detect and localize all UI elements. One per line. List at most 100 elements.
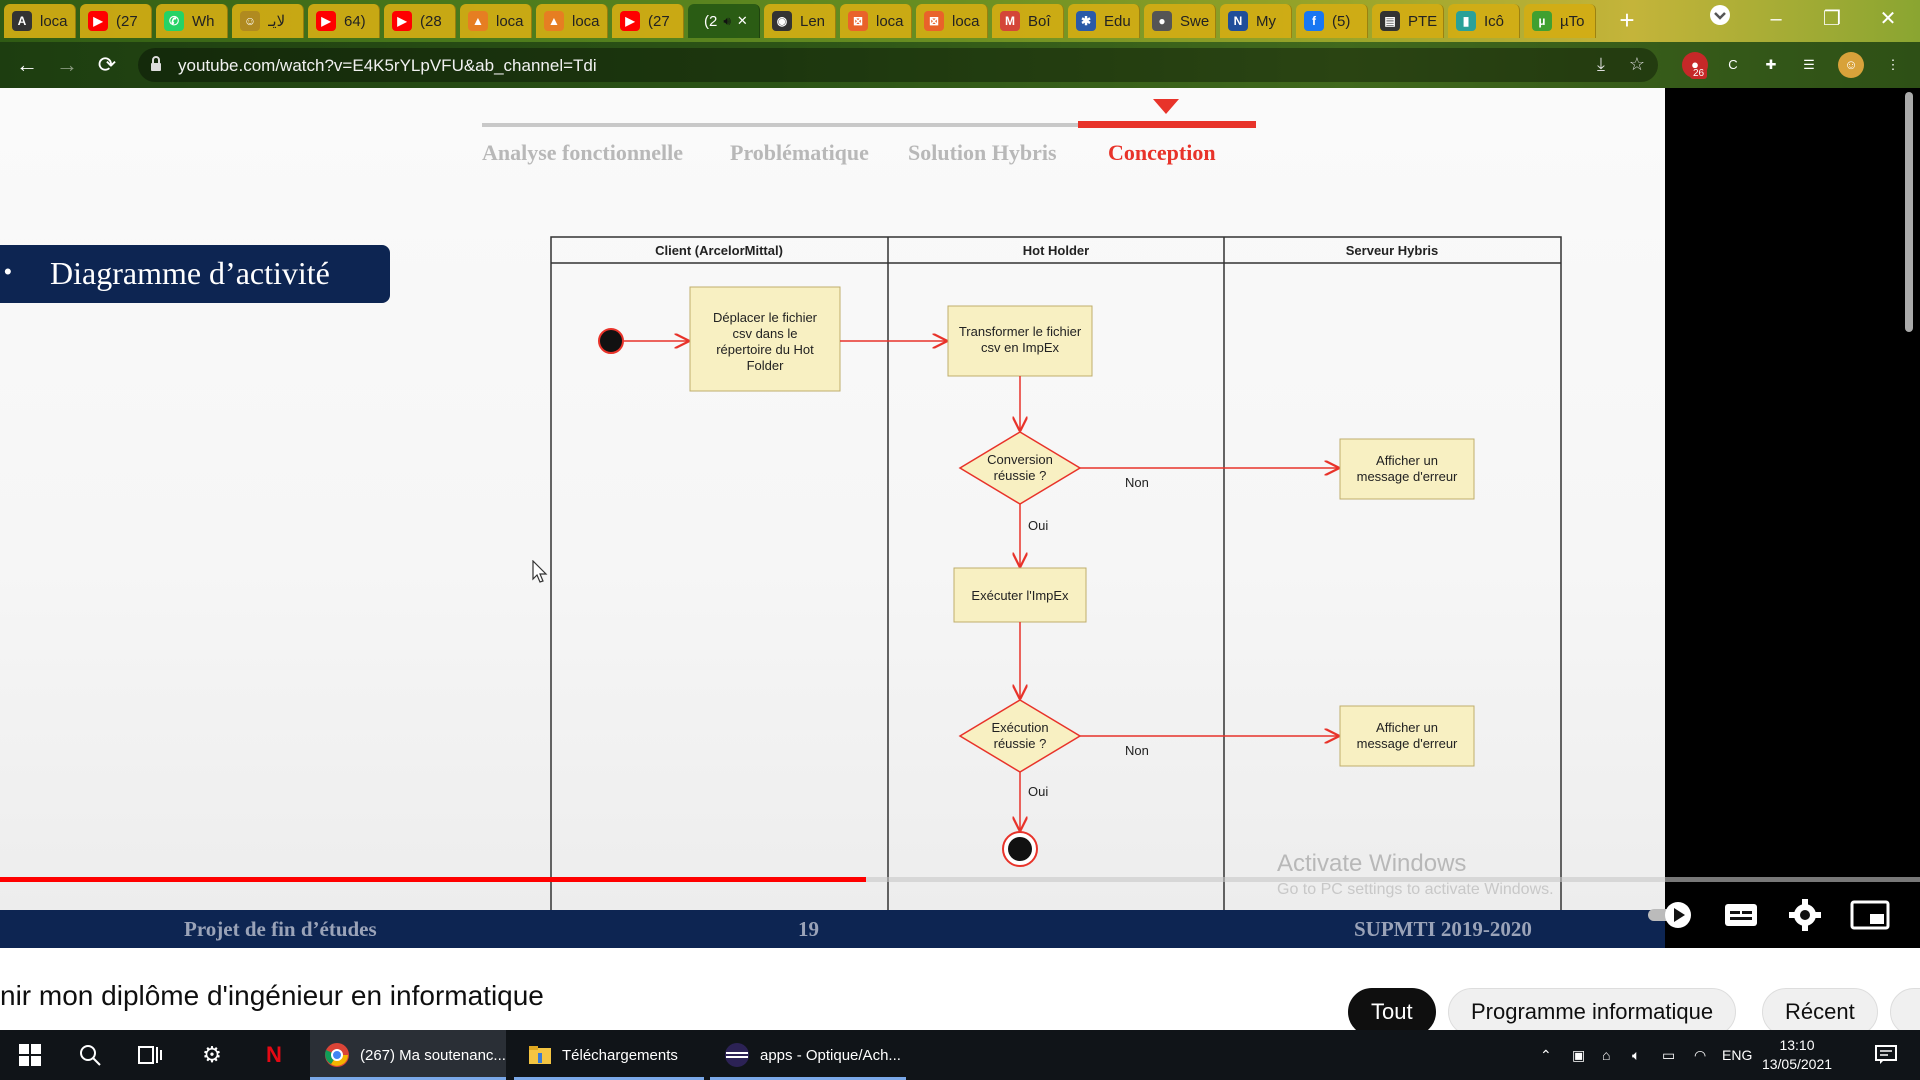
browser-tab[interactable]: ▶ 64) [308,4,380,38]
decision2-line-1: Exécution [991,720,1048,735]
new-tab-button[interactable]: + [1612,6,1642,36]
browser-tab[interactable]: ▮ Icô [1448,4,1520,38]
site-icon: N [1228,11,1248,31]
subtitles-icon[interactable] [1722,896,1764,934]
notifications-icon[interactable] [1856,1030,1916,1080]
eclipse-icon [725,1043,749,1067]
extension-c-icon[interactable]: C [1720,52,1746,78]
search-icon[interactable] [60,1030,120,1080]
chrome-icon [325,1043,349,1067]
close-tab-icon[interactable]: ✕ [737,13,748,29]
gmail-icon: M [1000,11,1020,31]
site-icon: ☺ [240,11,260,31]
video-player[interactable]: Analyse fonctionnelle Problématique Solu… [0,88,1920,948]
miniplayer-icon[interactable] [1850,896,1892,934]
kebab-menu-icon[interactable]: ⋮ [1880,52,1906,78]
browser-tab[interactable]: ▶ (27 [612,4,684,38]
autoplay-toggle[interactable] [1648,896,1691,934]
section-title: Diagramme d’activité [50,255,330,291]
footer-right: SUPMTI 2019-2020 [1354,917,1532,941]
browser-tab[interactable]: ⊠ loca [916,4,988,38]
slide-nav-problematique: Problématique [730,140,869,165]
windows-start-icon[interactable] [0,1030,60,1080]
reading-list-icon[interactable]: ☰ [1796,52,1822,78]
browser-tab-label: Swe [1180,12,1210,30]
slide-marker-arrow [1153,99,1179,114]
browser-tab[interactable]: ⊠ loca [840,4,912,38]
move-file-line-3: répertoire du Hot [716,342,814,357]
audio-playing-icon[interactable]: 🔊︎ [723,14,731,29]
browser-tab[interactable]: ▶ (27 [80,4,152,38]
chip-recent[interactable]: Récent [1762,988,1878,1030]
windows-taskbar: ⚙ N (267) Ma soutenanc... Téléchargement… [0,1030,1920,1080]
browser-tab[interactable]: ▤ PTE [1372,4,1444,38]
volume-icon[interactable]: 🔈︎ [1632,1030,1640,1080]
chip-tout[interactable]: Tout [1348,988,1436,1030]
forward-arrow-icon[interactable]: → [52,50,82,80]
tray-network-icon[interactable]: ⌂ [1602,1030,1610,1080]
browser-tab-label: (28 [420,12,442,30]
settings-gear-icon[interactable] [1786,896,1828,934]
bookmark-star-icon[interactable]: ☆ [1624,54,1650,78]
clock[interactable]: 13:10 13/05/2021 [1752,1036,1842,1074]
tray-chevron-icon[interactable]: ⌃ [1540,1030,1552,1080]
browser-tab[interactable]: µ µTo [1524,4,1596,38]
move-file-line-1: Déplacer le fichier [713,310,818,325]
browser-tab[interactable]: f (5) [1296,4,1368,38]
slide-nav-solution: Solution Hybris [908,140,1057,165]
taskbar-app-eclipse[interactable]: apps - Optique/Ach... [710,1030,906,1080]
profile-menu-icon[interactable] [1698,4,1742,34]
address-bar[interactable]: youtube.com/watch?v=E4K5rYLpVFU&ab_chann… [138,48,1658,82]
settings-gear-icon[interactable]: ⚙ [182,1030,242,1080]
mouse-cursor-icon [532,560,548,583]
youtube-icon: ▶ [620,11,640,31]
chip-programme-informatique[interactable]: Programme informatique [1448,988,1737,1030]
task-view-icon[interactable] [120,1030,180,1080]
browser-tab[interactable]: ● Swe [1144,4,1216,38]
puzzle-extensions-icon[interactable]: ✚ [1758,52,1784,78]
browser-tab[interactable]: Aloca [4,4,76,38]
taskbar-app-explorer[interactable]: Téléchargements [514,1030,704,1080]
browser-tab-label: µTo [1560,12,1585,30]
install-app-icon[interactable]: ⤓ [1588,54,1614,78]
error2-line-1: Afficher un [1376,720,1438,735]
back-arrow-icon[interactable]: ← [12,50,42,80]
browser-tab[interactable]: N My [1220,4,1292,38]
monitor-icon: ▤ [1380,11,1400,31]
chip-more[interactable] [1890,988,1920,1030]
close-window-icon[interactable]: ✕ [1866,4,1910,34]
battery-icon[interactable]: ▭ [1662,1030,1675,1080]
globe-icon: ● [1152,11,1172,31]
browser-tab[interactable]: (2 🔊︎ ✕ [688,4,760,38]
error1-line-1: Afficher un [1376,453,1438,468]
page-scrollbar[interactable] [1905,92,1913,332]
youtube-icon: ▶ [88,11,108,31]
browser-tab[interactable]: M Boî [992,4,1064,38]
avatar[interactable]: ☺ [1838,52,1864,78]
slide-nav-conception: Conception [1108,140,1216,165]
netflix-icon[interactable]: N [244,1030,304,1080]
activate-windows-subtitle: Go to PC settings to activate Windows. [1277,881,1554,898]
browser-tab-label: My [1256,12,1276,30]
browser-tab[interactable]: ☺ لايـ [232,4,304,38]
restore-icon[interactable]: ❐ [1810,4,1854,34]
wifi-icon[interactable]: ◠ [1694,1030,1706,1080]
utorrent-icon: µ [1532,11,1552,31]
tray-device-icon[interactable]: ▣ [1572,1030,1585,1080]
browser-tab[interactable]: ✱ Edu [1068,4,1140,38]
taskbar-app-chrome[interactable]: (267) Ma soutenanc... [310,1030,506,1080]
browser-tab[interactable]: ◉ Len [764,4,836,38]
browser-tab[interactable]: ✆ Wh [156,4,228,38]
browser-tab-label: loca [952,12,980,30]
minimize-icon[interactable]: – [1754,4,1798,34]
browser-tab-label: (2 [704,12,718,30]
phpmyadmin-icon: ⊠ [924,11,944,31]
language-indicator[interactable]: ENG [1722,1030,1752,1080]
browser-tab[interactable]: ▲ loca [460,4,532,38]
slide-footer: Projet de fin d’études 19 SUPMTI 2019-20… [0,910,1665,948]
browser-tab[interactable]: ▲ loca [536,4,608,38]
reload-icon[interactable]: ⟳ [92,50,122,80]
browser-tab[interactable]: ▶ (28 [384,4,456,38]
url-text: youtube.com/watch?v=E4K5rYLpVFU&ab_chann… [178,56,597,75]
browser-tab-label: Boî [1028,12,1051,30]
